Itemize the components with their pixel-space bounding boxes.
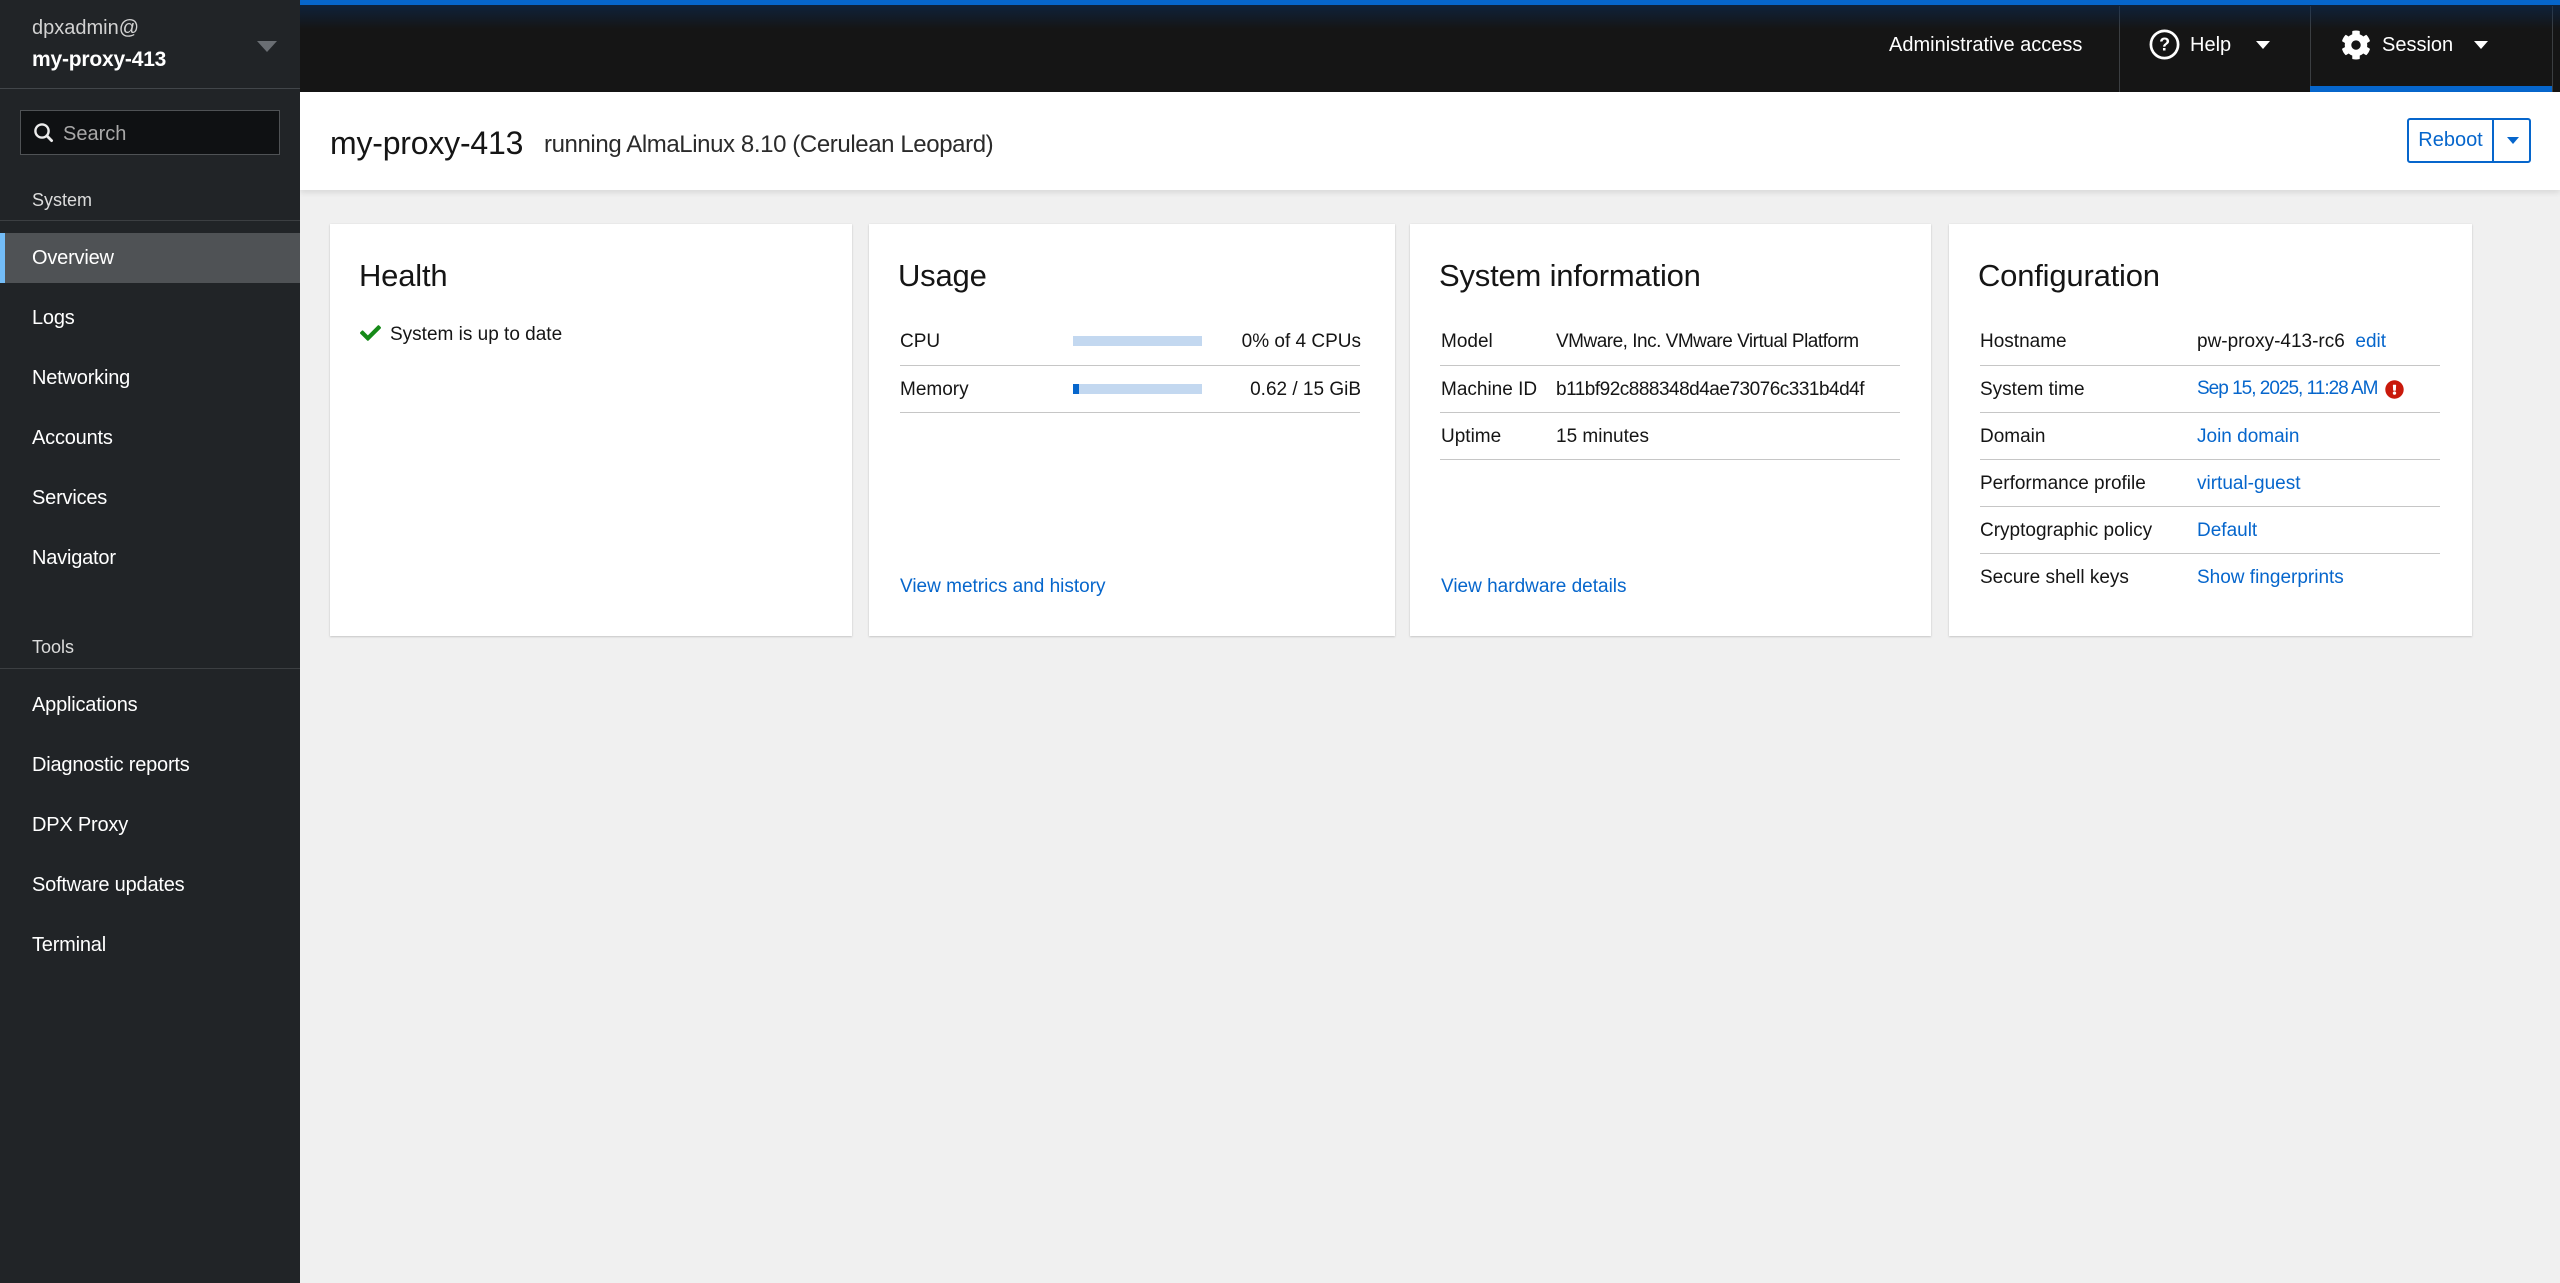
svg-text:?: ?	[2159, 35, 2170, 55]
